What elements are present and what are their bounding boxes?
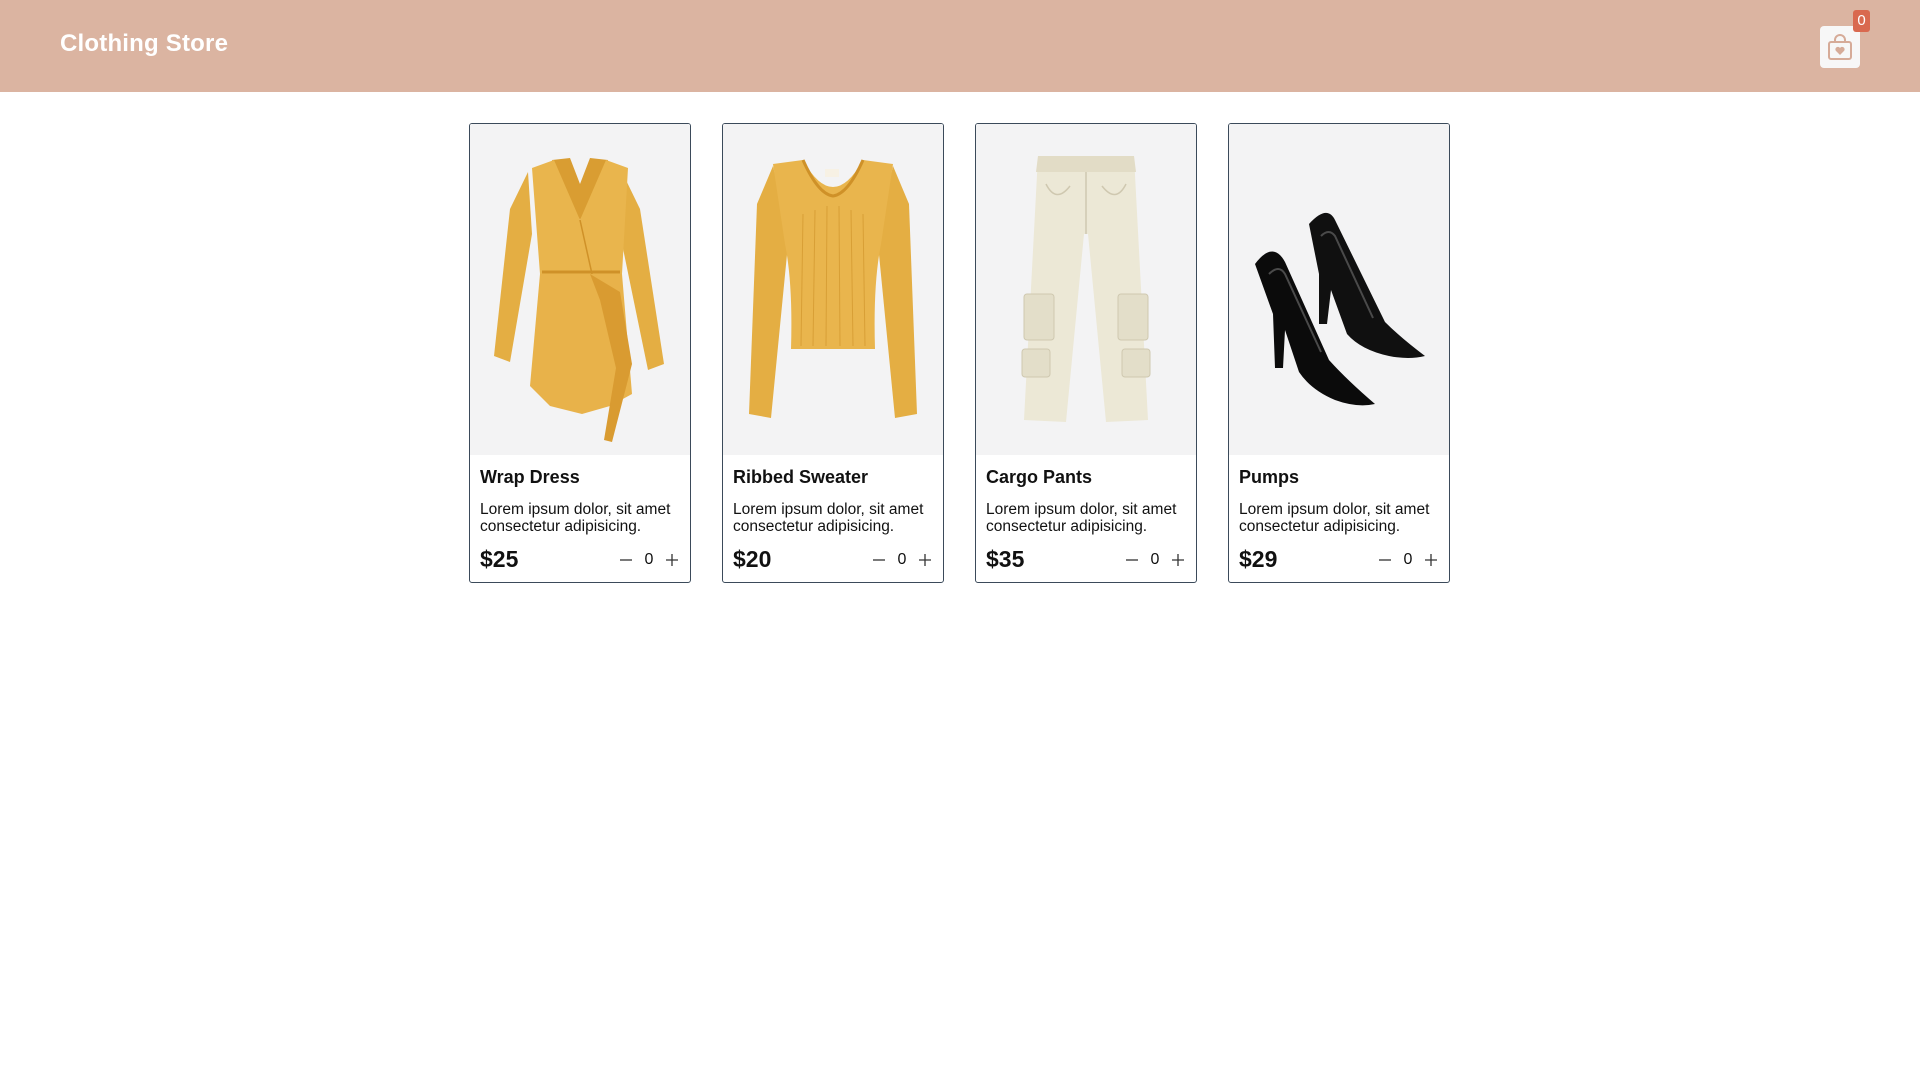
- product-price: $20: [733, 546, 772, 572]
- quantity-value: 0: [897, 550, 907, 568]
- plus-icon[interactable]: [664, 552, 680, 568]
- product-image: [976, 124, 1196, 455]
- product-title: Ribbed Sweater: [733, 467, 869, 487]
- cart-count-badge: 0: [1853, 10, 1870, 32]
- quantity-stepper: 0: [618, 551, 680, 569]
- minus-icon[interactable]: [1377, 552, 1393, 568]
- quantity-value: 0: [1403, 550, 1413, 568]
- product-image: [1229, 124, 1449, 455]
- top-navbar: Clothing Store: [0, 0, 1920, 92]
- quantity-value: 0: [644, 550, 654, 568]
- product-card: Pumps Lorem ipsum dolor, sit amet consec…: [1228, 123, 1450, 583]
- product-price: $29: [1239, 546, 1278, 572]
- product-card: Ribbed Sweater Lorem ipsum dolor, sit am…: [722, 123, 944, 583]
- product-card: Cargo Pants Lorem ipsum dolor, sit amet …: [975, 123, 1197, 583]
- product-description: Lorem ipsum dolor, sit amet consectetur …: [733, 501, 924, 535]
- product-card: Wrap Dress Lorem ipsum dolor, sit amet c…: [469, 123, 691, 583]
- product-price: $25: [480, 546, 519, 572]
- product-price: $35: [986, 546, 1025, 572]
- plus-icon[interactable]: [917, 552, 933, 568]
- quantity-stepper: 0: [1377, 551, 1439, 569]
- minus-icon[interactable]: [871, 552, 887, 568]
- plus-icon[interactable]: [1170, 552, 1186, 568]
- quantity-stepper: 0: [871, 551, 933, 569]
- shopping-bag-icon: [1827, 33, 1853, 61]
- product-description: Lorem ipsum dolor, sit amet consectetur …: [986, 501, 1177, 535]
- product-title: Wrap Dress: [480, 467, 580, 487]
- product-grid: Wrap Dress Lorem ipsum dolor, sit amet c…: [469, 123, 1450, 583]
- product-image: [723, 124, 943, 455]
- product-description: Lorem ipsum dolor, sit amet consectetur …: [1239, 501, 1430, 535]
- product-title: Cargo Pants: [986, 467, 1093, 487]
- product-title: Pumps: [1239, 467, 1300, 487]
- product-image: [470, 124, 690, 455]
- minus-icon[interactable]: [1124, 552, 1140, 568]
- plus-icon[interactable]: [1423, 552, 1439, 568]
- store-title[interactable]: Clothing Store: [60, 30, 228, 58]
- quantity-stepper: 0: [1124, 551, 1186, 569]
- product-description: Lorem ipsum dolor, sit amet consectetur …: [480, 501, 671, 535]
- cart-button[interactable]: [1820, 26, 1860, 68]
- minus-icon[interactable]: [618, 552, 634, 568]
- quantity-value: 0: [1150, 550, 1160, 568]
